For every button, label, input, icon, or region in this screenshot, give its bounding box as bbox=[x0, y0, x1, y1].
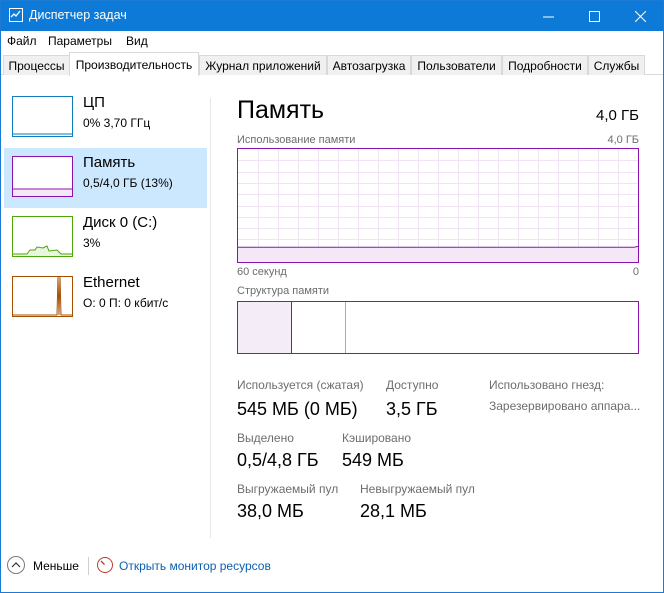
tab-startup[interactable]: Автозагрузка bbox=[327, 55, 411, 75]
footer-bar: Меньше Открыть монитор ресурсов bbox=[1, 551, 663, 581]
cpu-thumbnail-graph bbox=[12, 96, 73, 137]
fewer-details-button[interactable]: Меньше bbox=[33, 559, 79, 573]
disk-detail: 3% bbox=[83, 236, 101, 250]
composition-standby-divider bbox=[345, 302, 346, 353]
usage-graph-label: Использование памяти bbox=[237, 134, 356, 146]
memory-label: Память bbox=[83, 154, 136, 171]
close-icon bbox=[634, 10, 646, 22]
tab-strip: Процессы Производительность Журнал прило… bbox=[1, 52, 663, 76]
tab-details[interactable]: Подробности bbox=[502, 55, 588, 75]
maximize-icon bbox=[588, 10, 600, 22]
disk-label: Диск 0 (C:) bbox=[83, 214, 158, 231]
menu-file[interactable]: Файл bbox=[7, 34, 37, 48]
slots-used-label: Использовано гнезд: bbox=[489, 378, 605, 392]
available-value: 3,5 ГБ bbox=[386, 399, 438, 419]
memory-thumbnail-graph bbox=[12, 156, 73, 197]
memory-composition-bar bbox=[237, 301, 639, 354]
nonpaged-pool-value: 28,1 МБ bbox=[360, 501, 427, 521]
ethernet-detail: О: 0 П: 0 кбит/с bbox=[83, 296, 169, 310]
memory-detail: 0,5/4,0 ГБ (13%) bbox=[83, 176, 173, 190]
in-use-label: Используется (сжатая) bbox=[237, 378, 364, 392]
task-manager-window: Диспетчер задач Файл Параметры Вид Проце… bbox=[0, 0, 664, 593]
composition-label: Структура памяти bbox=[237, 285, 330, 297]
committed-value: 0,5/4,8 ГБ bbox=[237, 450, 319, 470]
title-bar[interactable]: Диспетчер задач bbox=[1, 1, 663, 31]
close-button[interactable] bbox=[617, 1, 663, 31]
tab-services[interactable]: Службы bbox=[588, 55, 645, 75]
disk-thumbnail-graph bbox=[12, 216, 73, 257]
axis-left-label: 60 секунд bbox=[237, 266, 287, 278]
pane-divider[interactable] bbox=[210, 98, 211, 538]
footer-separator bbox=[88, 557, 89, 575]
ethernet-thumbnail-graph bbox=[12, 276, 73, 317]
cached-label: Кэшировано bbox=[342, 431, 412, 445]
open-resource-monitor-link[interactable]: Открыть монитор ресурсов bbox=[119, 559, 271, 573]
tab-processes[interactable]: Процессы bbox=[3, 55, 70, 75]
in-use-value: 545 МБ (0 МБ) bbox=[237, 399, 358, 419]
composition-in-use bbox=[238, 302, 292, 353]
available-label: Доступно bbox=[386, 378, 439, 392]
resource-ethernet[interactable]: Ethernet О: 0 П: 0 кбит/с bbox=[4, 268, 207, 328]
menu-bar: Файл Параметры Вид bbox=[1, 31, 663, 51]
paged-pool-label: Выгружаемый пул bbox=[237, 482, 339, 496]
nonpaged-pool-label: Невыгружаемый пул bbox=[360, 482, 475, 496]
resource-memory[interactable]: Память 0,5/4,0 ГБ (13%) bbox=[4, 148, 207, 208]
committed-label: Выделено bbox=[237, 431, 294, 445]
memory-total: 4,0 ГБ bbox=[596, 107, 639, 124]
maximize-button[interactable] bbox=[571, 1, 617, 31]
usage-graph-max: 4,0 ГБ bbox=[607, 134, 639, 146]
page-title: Память bbox=[237, 96, 325, 124]
cached-value: 549 МБ bbox=[342, 450, 404, 470]
minimize-icon bbox=[542, 16, 554, 17]
hardware-reserved-label: Зарезервировано аппара... bbox=[489, 399, 641, 413]
resource-cpu[interactable]: ЦП 0% 3,70 ГГц bbox=[4, 88, 207, 148]
task-manager-icon bbox=[9, 8, 23, 22]
chevron-up-icon[interactable] bbox=[7, 556, 25, 574]
memory-usage-graph bbox=[237, 148, 639, 263]
menu-options[interactable]: Параметры bbox=[48, 34, 112, 48]
minimize-button[interactable] bbox=[525, 1, 571, 31]
resource-disk[interactable]: Диск 0 (C:) 3% bbox=[4, 208, 207, 268]
resource-list: ЦП 0% 3,70 ГГц Память 0,5/4,0 ГБ (13%) Д… bbox=[1, 76, 209, 546]
tab-app-history[interactable]: Журнал приложений bbox=[199, 55, 327, 75]
cpu-detail: 0% 3,70 ГГц bbox=[83, 116, 151, 130]
resource-monitor-icon[interactable] bbox=[97, 557, 113, 573]
window-title: Диспетчер задач bbox=[29, 8, 127, 22]
paged-pool-value: 38,0 МБ bbox=[237, 501, 304, 521]
tab-performance[interactable]: Производительность bbox=[69, 52, 199, 76]
cpu-label: ЦП bbox=[83, 94, 105, 111]
usage-area bbox=[238, 246, 638, 262]
axis-right-label: 0 bbox=[632, 266, 639, 278]
tab-users[interactable]: Пользователи bbox=[411, 55, 502, 75]
ethernet-label: Ethernet bbox=[83, 274, 140, 291]
menu-view[interactable]: Вид bbox=[126, 34, 148, 48]
